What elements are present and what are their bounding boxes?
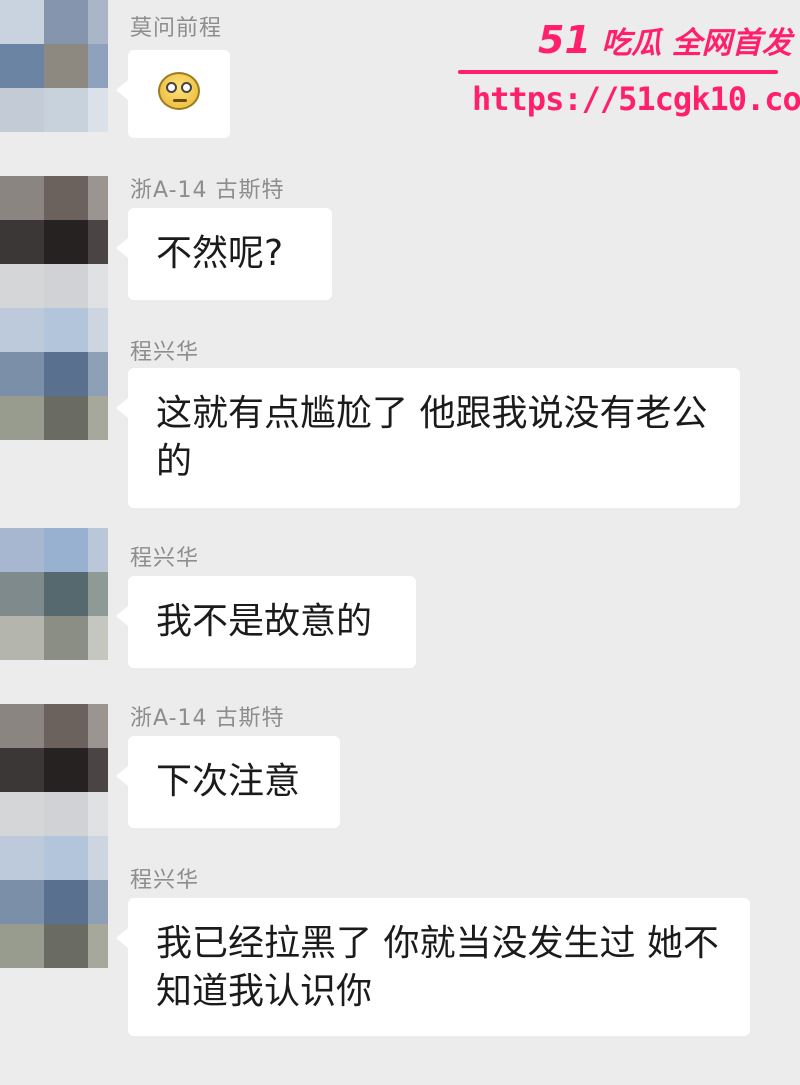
- sender-name: 程兴华: [130, 340, 200, 365]
- avatar[interactable]: [0, 704, 108, 792]
- avatar[interactable]: [0, 176, 108, 264]
- chat-window: 莫问前程 浙A-14 古斯特 不然呢? 程兴华 这就有点尴尬了 他跟我说没有老公…: [0, 0, 800, 1085]
- watermark-url: https://51cgk10.com: [472, 80, 800, 118]
- sender-name: 程兴华: [130, 868, 200, 893]
- sender-name: 浙A-14 古斯特: [130, 706, 285, 731]
- sender-name: 莫问前程: [130, 16, 223, 41]
- avatar[interactable]: [0, 264, 108, 440]
- sender-name: 浙A-14 古斯特: [130, 178, 285, 203]
- watermark: 51 吃瓜 全网首发 https://51cgk10.com: [450, 12, 800, 122]
- watermark-brand-number: 51: [538, 18, 591, 62]
- sender-name: 程兴华: [130, 546, 200, 571]
- watermark-brand: 51 吃瓜 全网首发: [538, 18, 792, 62]
- message-bubble[interactable]: 我不是故意的: [116, 576, 416, 668]
- awkward-face-emoji-icon: [158, 72, 200, 110]
- watermark-brand-text: 吃瓜 全网首发: [601, 26, 792, 61]
- avatar[interactable]: [0, 0, 108, 132]
- message-bubble[interactable]: 这就有点尴尬了 他跟我说没有老公的: [116, 368, 740, 508]
- avatar[interactable]: [0, 528, 108, 660]
- message-bubble[interactable]: 我已经拉黑了 你就当没发生过 她不知道我认识你: [116, 898, 750, 1036]
- message-bubble[interactable]: 下次注意: [116, 736, 340, 828]
- watermark-divider: [458, 70, 778, 74]
- avatar[interactable]: [0, 792, 108, 968]
- message-bubble[interactable]: 不然呢?: [116, 208, 332, 300]
- message-bubble[interactable]: [116, 50, 230, 138]
